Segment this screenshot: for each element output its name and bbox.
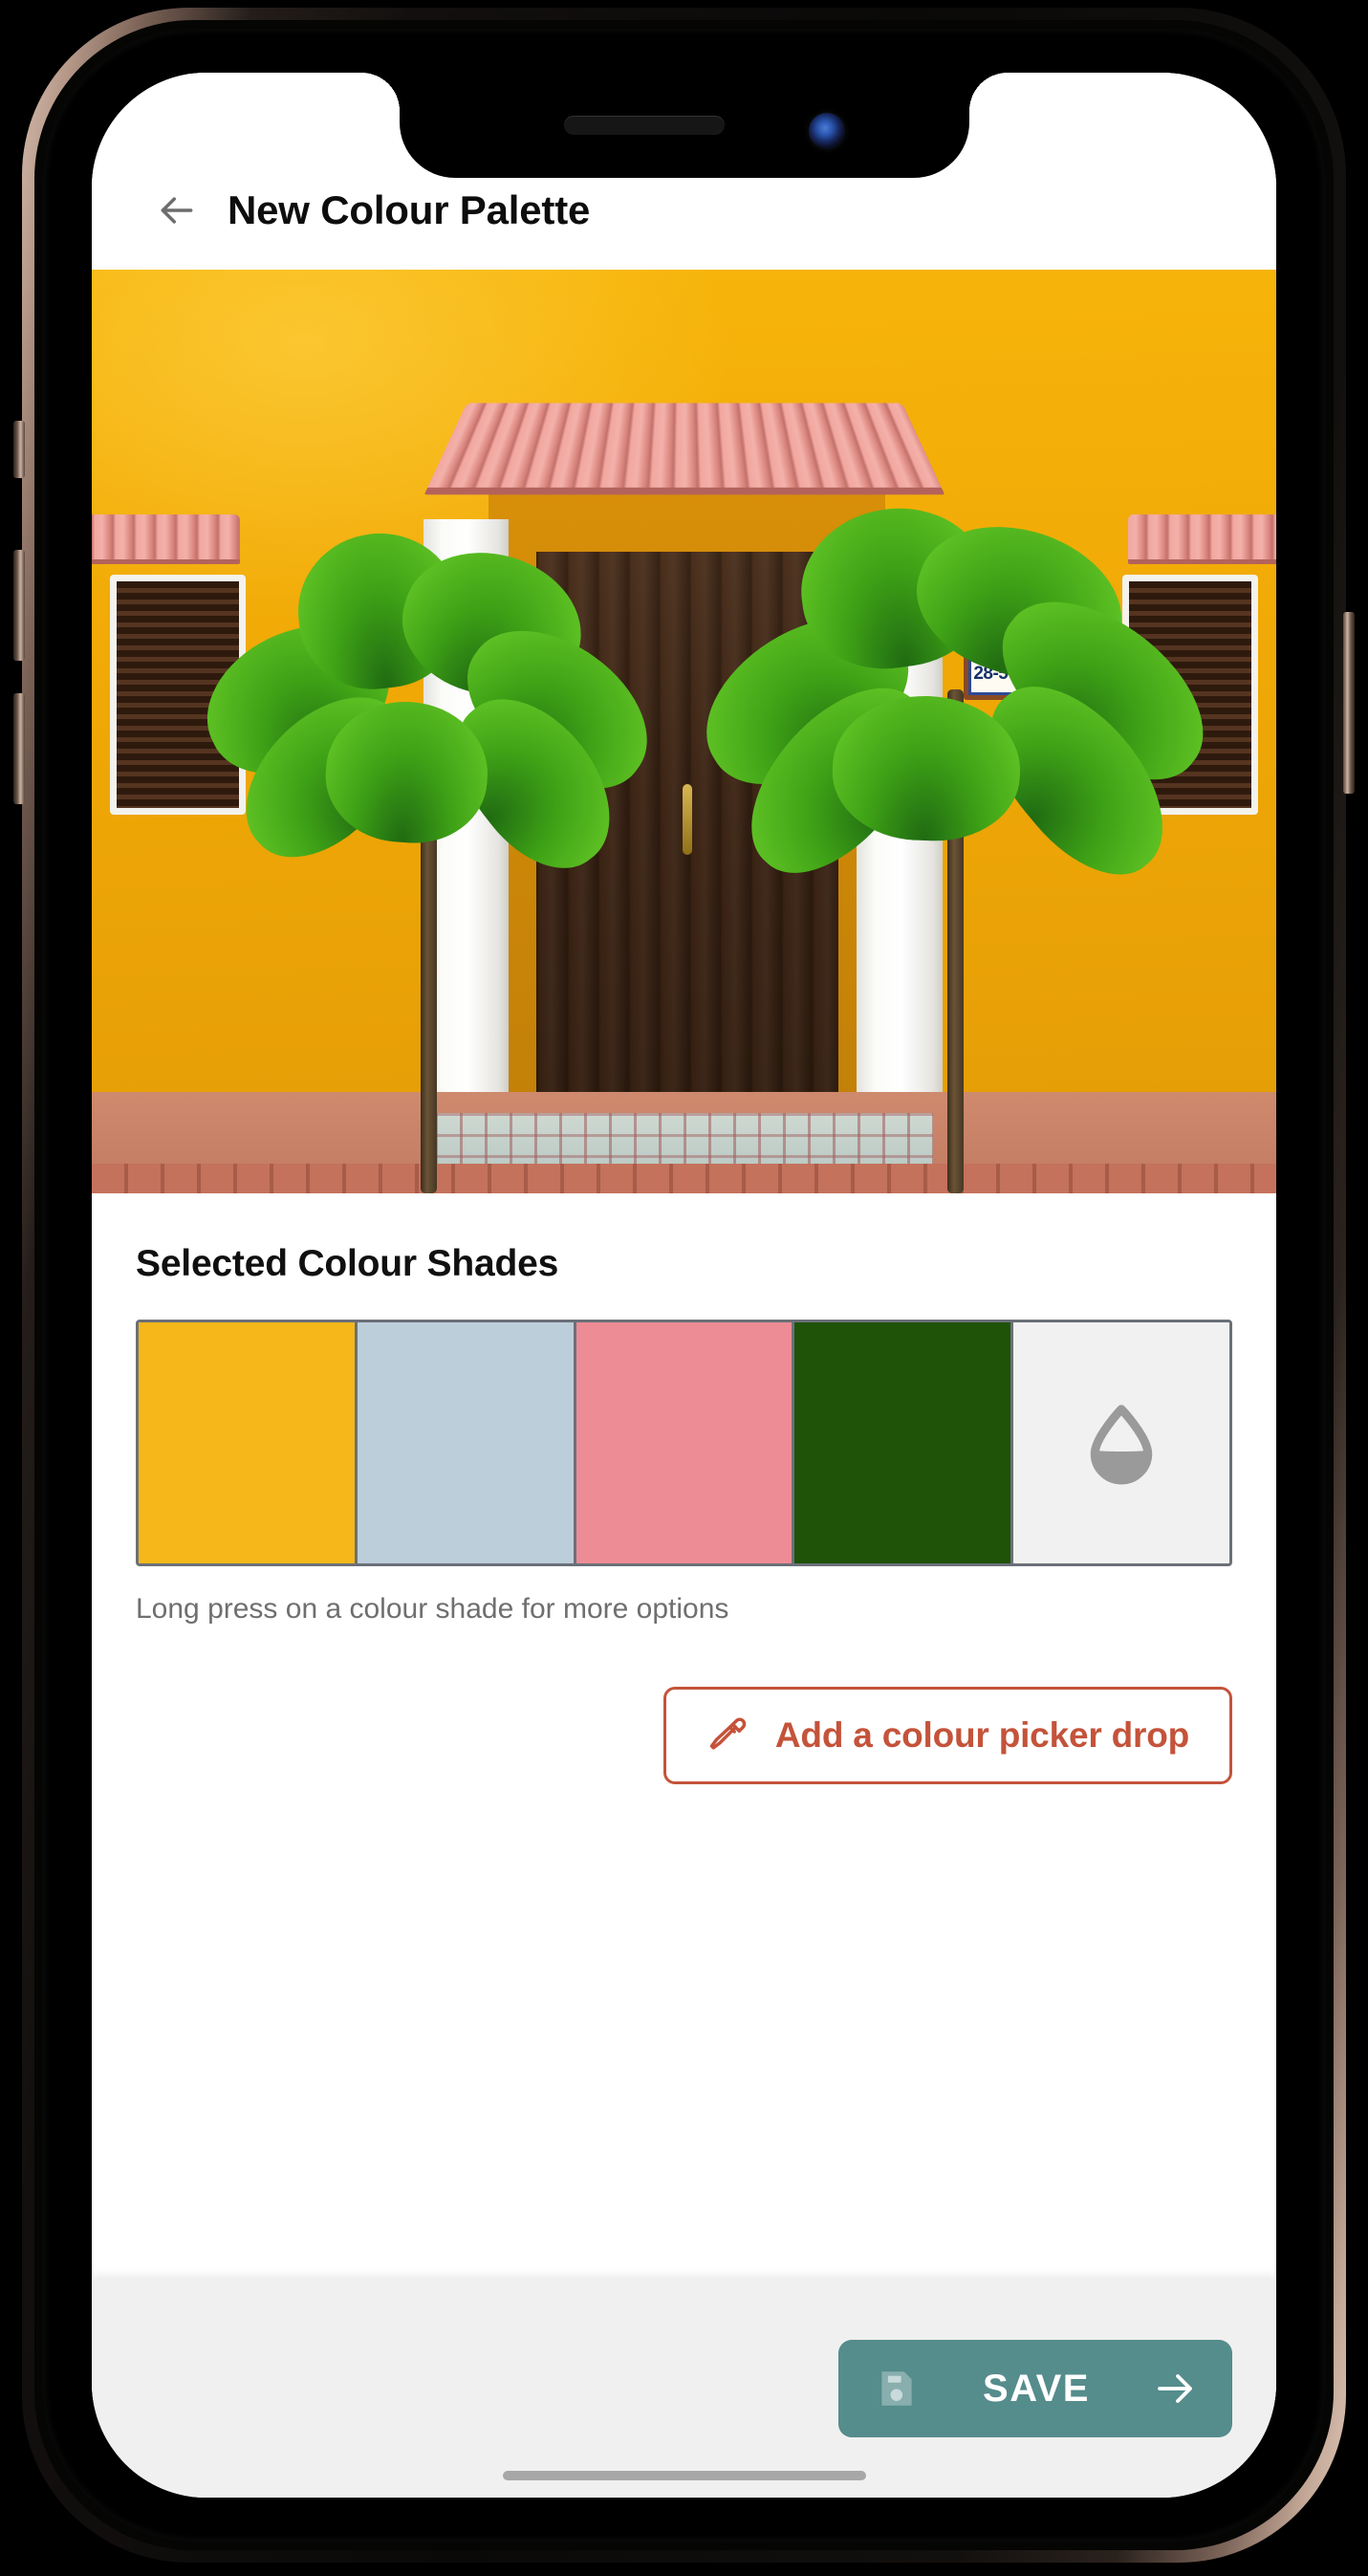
arrow-left-icon: [161, 197, 193, 224]
swatch-strip: [136, 1320, 1232, 1566]
volume-up-button[interactable]: [13, 550, 25, 661]
arrow-right-icon: [1158, 2374, 1192, 2403]
swatch-light-blue[interactable]: [357, 1322, 576, 1563]
notch-ear-left: [360, 73, 400, 113]
eyedropper-icon: [709, 1717, 747, 1750]
add-colour-picker-drop-button[interactable]: Add a colour picker drop: [662, 1687, 1232, 1784]
screenshot-root: New Colour Palette 28-50 Selected Colour…: [0, 0, 1368, 2576]
bottom-action-bar: SAVE: [92, 2280, 1276, 2498]
add-colour-picker-drop-label: Add a colour picker drop: [774, 1715, 1189, 1755]
swatch-yellow[interactable]: [139, 1322, 358, 1563]
water-drop-icon: [1090, 1405, 1153, 1485]
home-indicator[interactable]: [502, 2471, 866, 2480]
volume-down-button[interactable]: [13, 693, 25, 804]
page-title: New Colour Palette: [228, 187, 591, 232]
back-button[interactable]: [136, 176, 218, 245]
palette-hint: Long press on a colour shade for more op…: [136, 1593, 729, 1625]
front-camera-icon: [808, 113, 845, 149]
photo-palm-left: [183, 491, 696, 1193]
swatch-pink[interactable]: [575, 1322, 795, 1563]
cta-row: Add a colour picker drop: [136, 1687, 1232, 1784]
swatch-dark-green[interactable]: [794, 1322, 1014, 1563]
photo-palm-right: [677, 473, 1234, 1193]
section-title: Selected Colour Shades: [136, 1243, 559, 1284]
power-button[interactable]: [1343, 612, 1355, 794]
selected-photo[interactable]: 28-50: [92, 270, 1276, 1193]
save-button[interactable]: SAVE: [838, 2340, 1232, 2437]
add-drop-slot[interactable]: [1013, 1322, 1229, 1563]
phone-screen: New Colour Palette 28-50 Selected Colour…: [92, 73, 1276, 2498]
save-button-label: SAVE: [983, 2367, 1090, 2410]
notch-ear-right: [968, 73, 1008, 113]
palette-section: Selected Colour Shades Long press on a c…: [92, 1193, 1276, 1784]
save-floppy-icon: [881, 2371, 912, 2406]
earpiece-speaker-icon: [563, 116, 725, 135]
photo-roof-left: [92, 513, 240, 565]
app-container: New Colour Palette 28-50 Selected Colour…: [92, 73, 1276, 2498]
content-spacer: [92, 1784, 1276, 2280]
mute-switch[interactable]: [13, 421, 25, 478]
